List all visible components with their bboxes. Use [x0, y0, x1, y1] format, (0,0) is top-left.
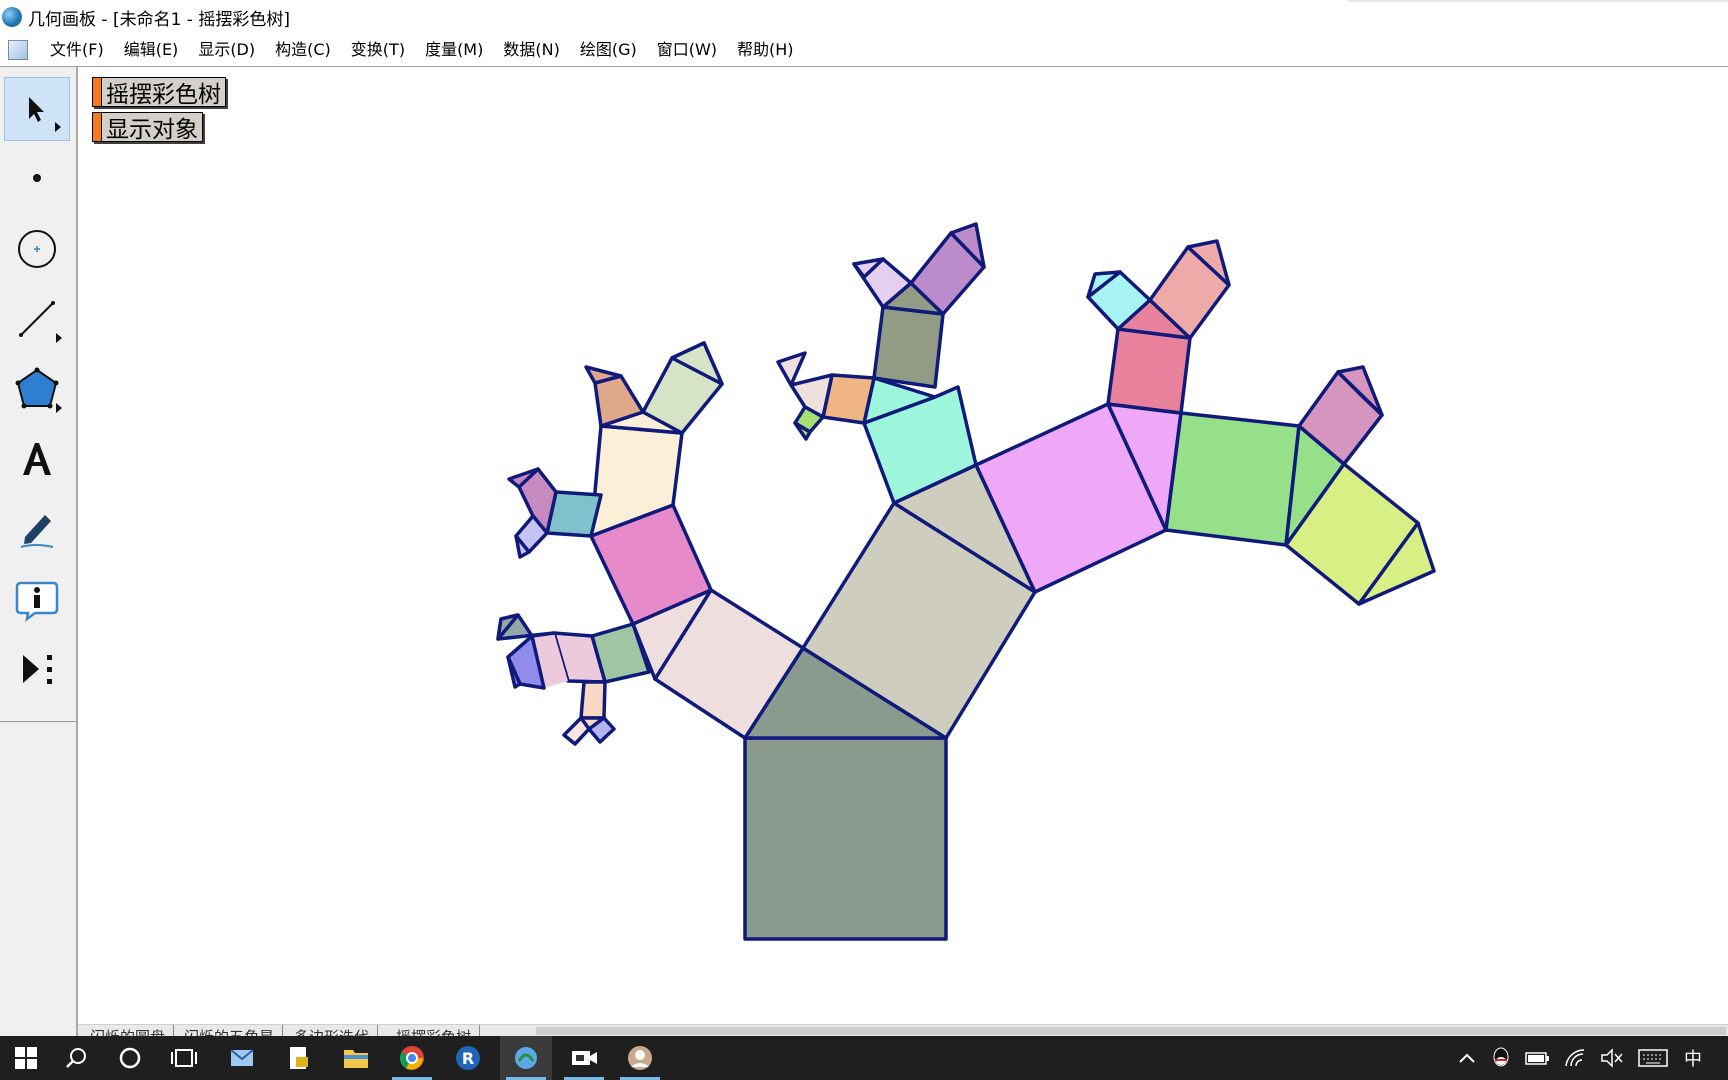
- menu-bar: 文件(F) 编辑(E) 显示(D) 构造(C) 变换(T) 度量(M) 数据(N…: [0, 34, 1728, 67]
- avatar-app-icon[interactable]: [614, 1036, 666, 1080]
- r-app-icon[interactable]: R: [442, 1036, 494, 1080]
- ime-indicator[interactable]: 中: [1678, 1036, 1708, 1080]
- right-square-3: [1164, 411, 1301, 547]
- play-more-icon: [23, 655, 52, 684]
- arrow-pointer-icon: [29, 97, 44, 122]
- tool-menu-triangle-icon: [55, 122, 61, 132]
- volume-mute-icon[interactable]: [1596, 1036, 1628, 1080]
- menu-construct[interactable]: 构造(C): [265, 34, 341, 66]
- toolbox: [0, 67, 78, 1037]
- point-icon: [33, 174, 41, 182]
- tool-menu-triangle-icon: [56, 403, 62, 413]
- video-app-icon[interactable]: [558, 1036, 610, 1080]
- search-icon[interactable]: [50, 1036, 102, 1080]
- trunk-square: [743, 736, 948, 941]
- menu-edit[interactable]: 编辑(E): [114, 34, 189, 66]
- horizontal-scrollbar[interactable]: [536, 1027, 1726, 1035]
- menu-help[interactable]: 帮助(H): [727, 34, 804, 66]
- cortana-icon[interactable]: [104, 1036, 156, 1080]
- point-tool[interactable]: [4, 146, 70, 210]
- custom-tools[interactable]: [4, 637, 70, 701]
- battery-icon[interactable]: [1522, 1036, 1554, 1080]
- information-tool[interactable]: [4, 567, 70, 631]
- mail-app-icon[interactable]: [216, 1036, 268, 1080]
- mid-tri-6: [776, 351, 807, 387]
- file-explorer-icon[interactable]: [330, 1036, 382, 1080]
- document-app-icon[interactable]: [272, 1036, 324, 1080]
- keyboard-icon[interactable]: [1636, 1036, 1670, 1080]
- polygon-tool[interactable]: [4, 357, 70, 421]
- document-icon[interactable]: [8, 40, 28, 60]
- sketchpad-logo-icon: [2, 7, 22, 27]
- chevron-up-icon[interactable]: [1452, 1036, 1482, 1080]
- rm-square-1: [1106, 327, 1192, 415]
- svg-text:R: R: [462, 1049, 474, 1068]
- mid-square-2: [872, 305, 945, 389]
- task-view-icon[interactable]: [158, 1036, 210, 1080]
- sketch-canvas[interactable]: 摇摆彩色树 显示对象: [78, 67, 1728, 1027]
- title-bar: 几何画板 - [未命名1 - 摇摆彩色树]: [0, 0, 1728, 34]
- selection-arrow-tool[interactable]: [4, 77, 70, 141]
- pentagon-icon: [15, 367, 59, 409]
- menu-display[interactable]: 显示(D): [188, 34, 265, 66]
- line-segment-icon: [19, 301, 55, 337]
- qq-icon[interactable]: [1486, 1036, 1516, 1080]
- text-tool[interactable]: [4, 427, 70, 491]
- information-icon: [15, 581, 59, 622]
- sketchpad-app-icon[interactable]: [500, 1036, 552, 1080]
- ll-square-6: [562, 716, 591, 746]
- menu-transform[interactable]: 变换(T): [341, 34, 415, 66]
- title-bar-edge: [1348, 0, 1728, 2]
- ll-square-5: [579, 680, 607, 720]
- tool-menu-triangle-icon: [56, 333, 62, 343]
- pythagoras-tree-figure: [496, 222, 1436, 941]
- menu-graph[interactable]: 绘图(G): [570, 34, 647, 66]
- wifi-icon[interactable]: [1560, 1036, 1592, 1080]
- menu-window[interactable]: 窗口(W): [647, 34, 727, 66]
- marker-pen-icon: [20, 515, 54, 548]
- menu-file[interactable]: 文件(F): [40, 34, 114, 66]
- text-a-icon: [23, 443, 51, 475]
- menu-data[interactable]: 数据(N): [493, 34, 569, 66]
- taskbar: R 中: [0, 1036, 1728, 1080]
- compass-tool[interactable]: [4, 217, 70, 281]
- circle-icon: [18, 230, 56, 268]
- window-title: 几何画板 - [未命名1 - 摇摆彩色树]: [28, 9, 290, 30]
- chrome-icon[interactable]: [386, 1036, 438, 1080]
- menu-measure[interactable]: 度量(M): [415, 34, 493, 66]
- toolbox-separator: [0, 721, 76, 722]
- start-icon[interactable]: [0, 1036, 52, 1080]
- marker-tool[interactable]: [4, 497, 70, 561]
- straightedge-tool[interactable]: [4, 287, 70, 351]
